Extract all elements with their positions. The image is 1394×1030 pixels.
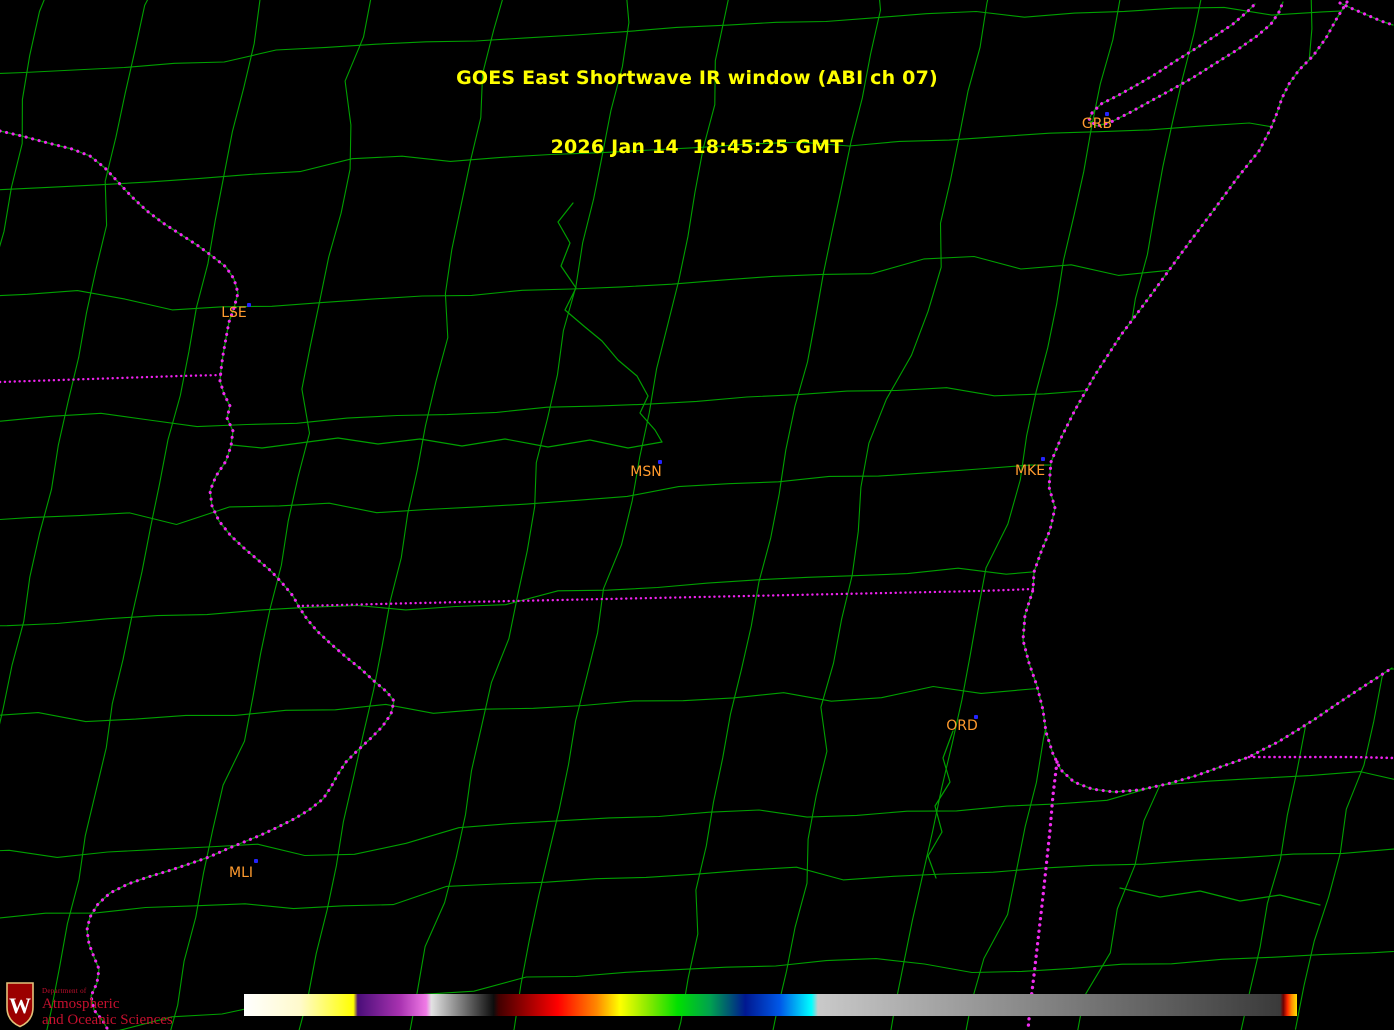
logo-department-of: Department of [42,987,173,996]
image-title: GOES East Shortwave IR window (ABI ch 07… [0,21,1394,205]
station-label: MKE [1015,464,1045,478]
station-label: GRB [1082,117,1112,131]
svg-text:W: W [9,993,31,1018]
station-dot [1041,457,1045,461]
station-dot [247,303,251,307]
title-line-product: GOES East Shortwave IR window (ABI ch 07… [0,67,1394,90]
station-label: MLI [229,866,253,880]
station-dot [254,859,258,863]
title-line-timestamp: 2026 Jan 14 18:45:25 GMT [0,136,1394,159]
logo-oceanic-sciences: and Oceanic Sciences [42,1012,173,1028]
station-label: ORD [946,719,978,733]
station-label: MSN [630,465,661,479]
uw-crest-icon: W [5,980,35,1028]
logo-atmospheric: Atmospheric [42,996,173,1012]
aos-logo-text: Department of Atmospheric and Oceanic Sc… [42,980,173,1028]
aos-logo: W Department of Atmospheric and Oceanic … [5,980,173,1028]
satellite-image-viewport: GOES East Shortwave IR window (ABI ch 07… [0,0,1394,1030]
station-label: LSE [221,306,247,320]
temperature-colorbar [244,994,1297,1016]
